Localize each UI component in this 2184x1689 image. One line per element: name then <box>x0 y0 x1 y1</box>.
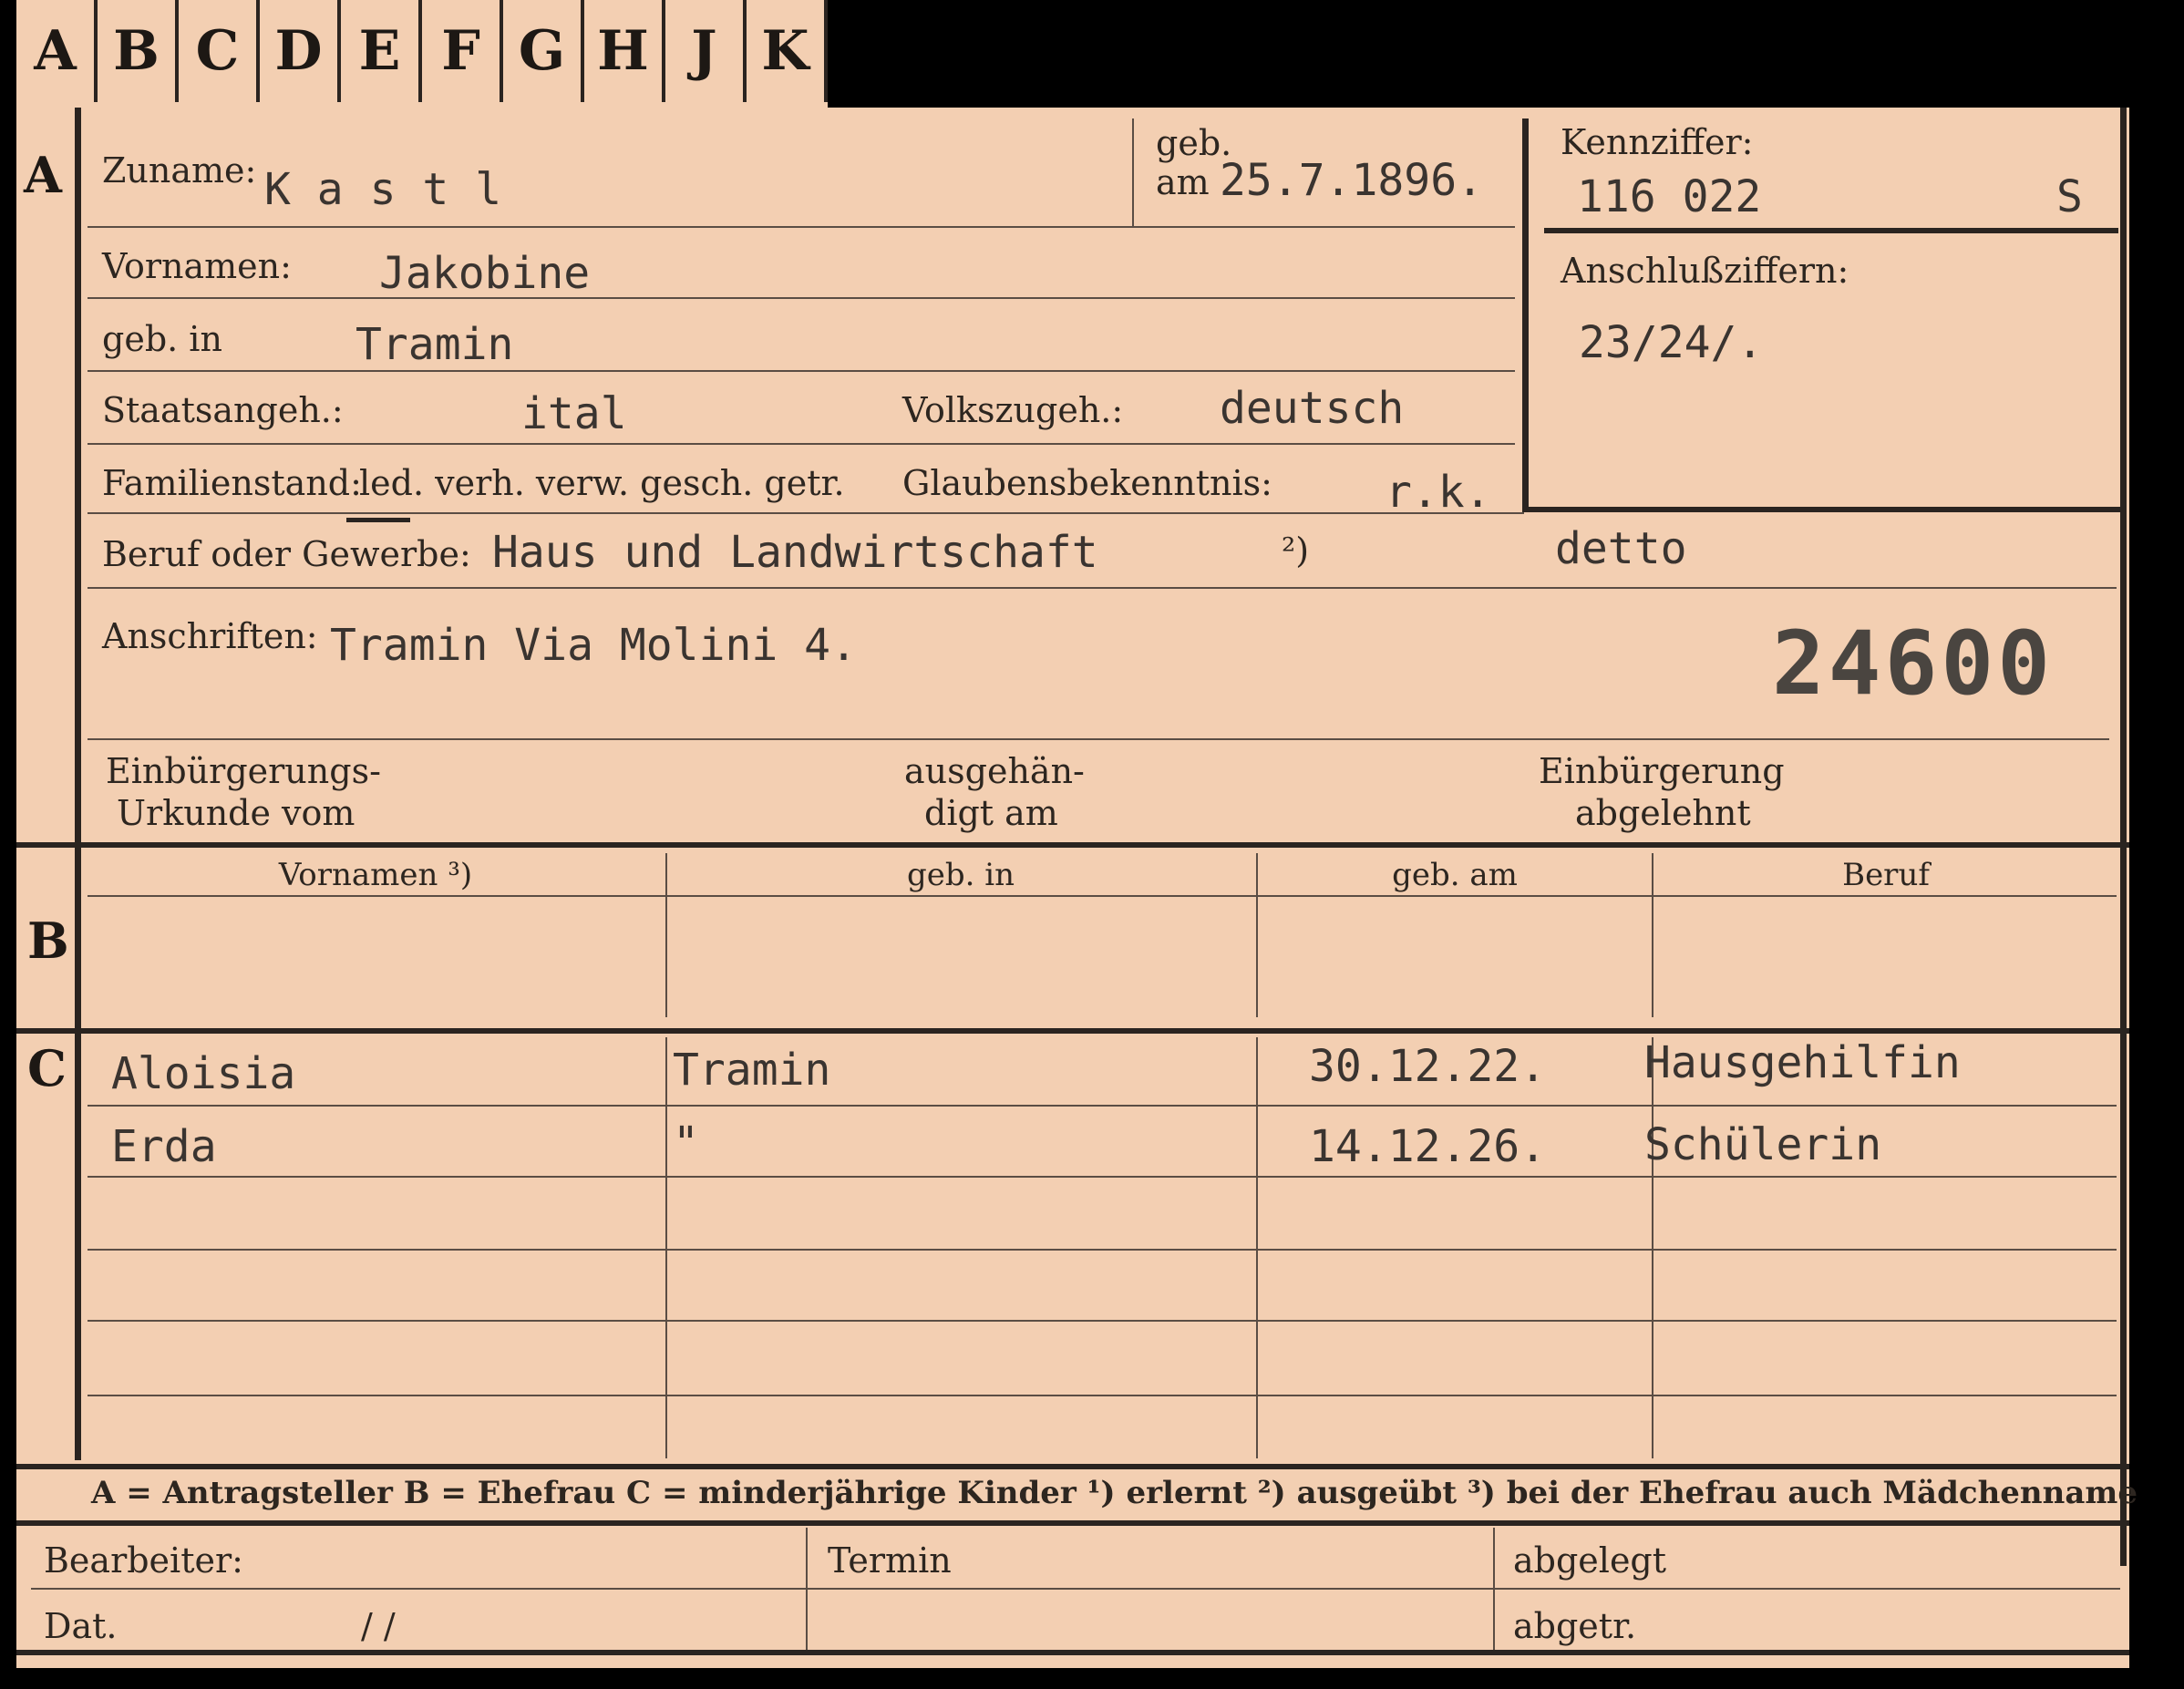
section-a-bottom <box>16 842 2129 848</box>
footer-div-2 <box>1493 1528 1495 1650</box>
right-divider <box>2120 108 2127 1566</box>
child-1-geb-am: 30.12.22. <box>1309 1041 1547 1092</box>
tab-d[interactable]: D <box>260 0 341 102</box>
vornamen-label: Vornamen: <box>102 246 292 286</box>
c-row-line-4 <box>88 1320 2117 1322</box>
tab-c[interactable]: C <box>179 0 260 102</box>
child-2-geb-am: 14.12.26. <box>1309 1121 1547 1172</box>
abgelegt-label: abgelegt <box>1513 1540 1667 1581</box>
col-header-geb-am: geb. am <box>1392 857 1518 893</box>
child-2-beruf: Schülerin <box>1644 1119 1882 1170</box>
anschriften-label: Anschriften: <box>102 616 318 656</box>
bearbeiter-label: Bearbeiter: <box>44 1540 243 1581</box>
beruf-label: Beruf oder Gewerbe: <box>102 534 471 574</box>
footer-bottom <box>16 1650 2129 1655</box>
staatsangeh-value: ital <box>521 388 627 439</box>
geb-in-label: geb. in <box>102 319 222 359</box>
anschriften-value: Tramin Via Molini 4. <box>330 620 857 671</box>
row-line-1 <box>88 226 1515 228</box>
row-line-2 <box>88 297 1515 299</box>
vornamen-value: Jakobine <box>379 248 591 299</box>
geb-divider <box>1132 118 1134 226</box>
footer-div-1 <box>806 1528 808 1650</box>
tab-e[interactable]: E <box>341 0 422 102</box>
section-b-letter: B <box>27 911 69 970</box>
col-header-vornamen: Vornamen ³) <box>278 857 473 893</box>
ausgehaendigt-label-2: digt am <box>924 793 1058 833</box>
tab-a[interactable]: A <box>16 0 98 102</box>
kennziffer-label: Kennziffer: <box>1561 122 1754 162</box>
tab-b[interactable]: B <box>98 0 179 102</box>
kennziffer-value: 116 022 <box>1577 171 1762 222</box>
b-col-div-3 <box>1652 853 1653 1017</box>
col-header-beruf: Beruf <box>1842 857 1930 893</box>
c-row-line-2 <box>88 1176 2117 1178</box>
row-line-3 <box>88 370 1515 372</box>
child-2-geb-in: " <box>673 1117 699 1169</box>
beruf-note: ²) <box>1282 530 1310 571</box>
tab-j[interactable]: J <box>665 0 747 102</box>
beruf-value: Haus und Landwirtschaft <box>492 527 1098 578</box>
section-c-letter: C <box>27 1039 67 1097</box>
glauben-value: r.k. <box>1386 467 1491 518</box>
col-header-geb-in: geb. in <box>906 857 1015 893</box>
geb-in-value: Tramin <box>355 319 514 370</box>
row-line-6 <box>88 587 2117 589</box>
dat-slashes: / / <box>361 1606 396 1646</box>
geb-am-value: 25.7.1896. <box>1220 155 1483 206</box>
familienstand-options: led. verh. verw. gesch. getr. <box>359 463 845 503</box>
child-1-beruf: Hausgehilfin <box>1644 1037 1961 1088</box>
am-label: am <box>1156 162 1210 202</box>
legend-bottom <box>16 1520 2129 1526</box>
volkszugeh-label: Volkszugeh.: <box>902 390 1124 430</box>
section-b-bottom <box>16 1028 2129 1034</box>
row-line-5 <box>88 512 1524 514</box>
c-row-line-3 <box>88 1249 2117 1251</box>
c-row-line-5 <box>88 1395 2117 1396</box>
zuname-label: Zuname: <box>102 150 257 191</box>
c-row-line-1 <box>88 1105 2117 1107</box>
einb-abgelehnt-label-1: Einbürgerung <box>1539 751 1785 791</box>
row-line-7 <box>88 738 2109 740</box>
einb-abgelehnt-label-2: abgelehnt <box>1575 793 1751 833</box>
beruf-value2: detto <box>1555 523 1687 574</box>
staatsangeh-label: Staatsangeh.: <box>102 390 344 430</box>
b-col-div-1 <box>665 853 667 1017</box>
kennziffer-divider <box>1544 228 2118 233</box>
termin-label: Termin <box>828 1540 952 1581</box>
dat-label: Dat. <box>44 1606 118 1646</box>
ausgehaendigt-label-1: ausgehän- <box>904 751 1085 791</box>
abgetr-label: abgetr. <box>1513 1606 1637 1646</box>
anschluss-label: Anschlußziffern: <box>1561 251 1849 291</box>
legend: A = Antragsteller B = Ehefrau C = minder… <box>91 1475 2138 1511</box>
einb-urkunde-label-2: Urkunde vom <box>117 793 355 833</box>
section-c-bottom <box>16 1464 2129 1469</box>
tab-k[interactable]: K <box>747 0 828 102</box>
section-a-letter: A <box>24 146 62 204</box>
footer-line <box>31 1588 2120 1590</box>
anschluss-value: 23/24/. <box>1579 317 1764 368</box>
child-2-vorname: Erda <box>111 1121 217 1172</box>
einb-urkunde-label-1: Einbürgerungs- <box>106 751 381 791</box>
child-1-vorname: Aloisia <box>111 1048 296 1099</box>
stamp-number: 24600 <box>1772 613 2054 715</box>
tab-f[interactable]: F <box>422 0 503 102</box>
section-b-header-line <box>88 895 2117 897</box>
tab-g[interactable]: G <box>503 0 584 102</box>
kennziffer-box-bottom <box>1522 507 2124 512</box>
familienstand-label: Familienstand: <box>102 463 362 503</box>
tab-h[interactable]: H <box>584 0 665 102</box>
volkszugeh-value: deutsch <box>1220 383 1405 434</box>
zuname-value: K a s t l <box>264 164 502 215</box>
glauben-label: Glaubensbekenntnis: <box>902 463 1272 503</box>
row-line-4 <box>88 443 1515 445</box>
child-1-geb-in: Tramin <box>673 1045 831 1096</box>
kennziffer-box-left <box>1522 118 1529 512</box>
left-divider <box>75 108 81 1460</box>
kennziffer-suffix: S <box>2056 171 2083 222</box>
familienstand-underline <box>346 518 410 522</box>
alphabet-tabs: A B C D E F G H J K <box>16 0 828 108</box>
b-col-div-2 <box>1256 853 1258 1017</box>
